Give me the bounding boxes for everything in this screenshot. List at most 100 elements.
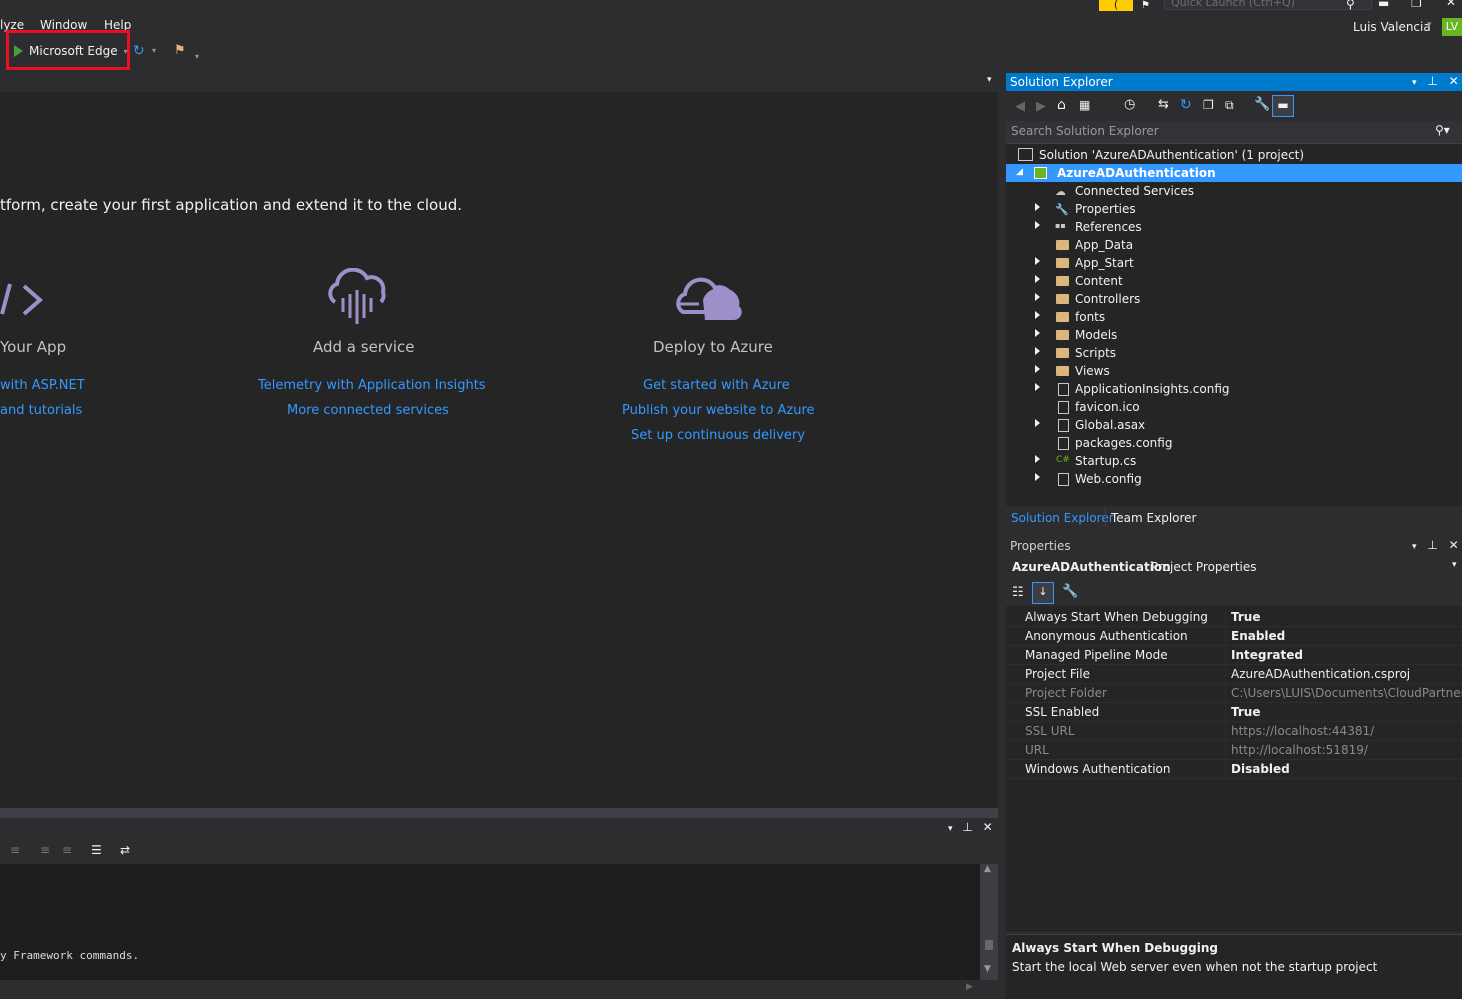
expand-arrow-icon[interactable] <box>1035 329 1040 337</box>
user-name[interactable]: Luis Valencia <box>1353 20 1431 34</box>
tree-item-properties[interactable]: 🔧 Properties <box>1006 200 1462 218</box>
project-node[interactable]: ◢ AzureADAuthentication <box>1006 164 1462 182</box>
expand-arrow-icon[interactable] <box>1035 473 1040 481</box>
property-value[interactable]: https://localhost:44381/ <box>1231 724 1374 738</box>
property-row[interactable]: Project Folder C:\Users\LUIS\Documents\Cl… <box>1006 683 1462 703</box>
panel-dropdown-icon[interactable]: ▾ <box>1412 78 1417 88</box>
show-all-files-icon[interactable]: ⧉ <box>1225 98 1234 113</box>
column-divider[interactable] <box>1225 626 1226 645</box>
tree-item-fonts[interactable]: fonts <box>1006 308 1462 326</box>
run-button[interactable]: Microsoft Edge ▾ <box>14 43 128 59</box>
expanded-arrow-icon[interactable]: ◢ <box>1016 167 1023 177</box>
tree-item-applicationinsights-config[interactable]: ApplicationInsights.config <box>1006 380 1462 398</box>
tree-item-controllers[interactable]: Controllers <box>1006 290 1462 308</box>
link-telemetry[interactable]: Telemetry with Application Insights <box>258 378 486 393</box>
output-horizontal-scrollbar[interactable]: ▶ <box>0 980 980 996</box>
minimize-icon[interactable]: ▬ <box>1378 0 1389 10</box>
expand-arrow-icon[interactable] <box>1035 203 1040 211</box>
tree-item-scripts[interactable]: Scripts <box>1006 344 1462 362</box>
property-value[interactable]: True <box>1231 705 1260 719</box>
close-icon[interactable]: ✕ <box>1449 74 1459 88</box>
expand-arrow-icon[interactable] <box>1035 221 1040 229</box>
indent-right-icon[interactable]: ≡ <box>62 843 72 857</box>
column-divider[interactable] <box>1225 645 1226 664</box>
word-wrap-icon[interactable]: ⇄ <box>120 843 130 857</box>
pin-icon[interactable]: ⊥ <box>962 820 972 834</box>
expand-arrow-icon[interactable] <box>1035 383 1040 391</box>
property-value[interactable]: Integrated <box>1231 648 1303 662</box>
scroll-down-icon[interactable]: ▼ <box>984 964 991 974</box>
sync-icon[interactable]: ⇆ <box>1158 97 1169 112</box>
column-divider[interactable] <box>1225 740 1226 759</box>
property-row[interactable]: SSL Enabled True <box>1006 702 1462 722</box>
tree-item-global-asax[interactable]: Global.asax <box>1006 416 1462 434</box>
property-row[interactable]: Project File AzureADAuthentication.csproj <box>1006 664 1462 684</box>
user-dropdown-icon[interactable]: ▾ <box>1427 20 1432 30</box>
tree-item-favicon-ico[interactable]: favicon.ico <box>1006 398 1462 416</box>
link-with-aspnet[interactable]: with ASP.NET <box>0 378 85 393</box>
expand-arrow-icon[interactable] <box>1035 311 1040 319</box>
panel-dropdown-icon[interactable]: ▾ <box>948 824 953 834</box>
expand-arrow-icon[interactable] <box>1035 455 1040 463</box>
tree-item-web-config[interactable]: Web.config <box>1006 470 1462 488</box>
tree-item-connected-services[interactable]: ☁ Connected Services <box>1006 182 1462 200</box>
property-row[interactable]: SSL URL https://localhost:44381/ <box>1006 721 1462 741</box>
tree-item-models[interactable]: Models <box>1006 326 1462 344</box>
toolbar-overflow-icon[interactable]: ▾ <box>195 52 199 61</box>
tree-item-views[interactable]: Views <box>1006 362 1462 380</box>
expand-arrow-icon[interactable] <box>1035 419 1040 427</box>
tree-item-app-start[interactable]: App_Start <box>1006 254 1462 272</box>
tab-team-explorer[interactable]: Team Explorer <box>1111 511 1197 525</box>
bookmark-flag-icon[interactable]: ⚑ <box>174 43 186 58</box>
column-divider[interactable] <box>1225 702 1226 721</box>
pin-icon[interactable]: ⊥ <box>1427 538 1437 552</box>
tab-solution-explorer[interactable]: Solution Explorer <box>1011 511 1114 525</box>
link-tutorials[interactable]: and tutorials <box>0 403 82 418</box>
properties-object-selector[interactable]: AzureADAuthentication Project Properties… <box>1006 558 1462 578</box>
link-continuous-delivery[interactable]: Set up continuous delivery <box>631 428 805 443</box>
back-icon[interactable]: ◀ <box>1015 99 1025 114</box>
link-publish-website[interactable]: Publish your website to Azure <box>622 403 815 418</box>
property-row[interactable]: Always Start When Debugging True <box>1006 607 1462 627</box>
refresh-browser-icon[interactable]: ↻ <box>133 43 145 59</box>
document-dropdown-icon[interactable]: ▾ <box>987 75 992 85</box>
expand-arrow-icon[interactable] <box>1035 365 1040 373</box>
clear-all-icon[interactable]: ☰ <box>91 843 102 857</box>
switch-views-icon[interactable]: ▦ <box>1079 98 1090 112</box>
expand-arrow-icon[interactable] <box>1035 275 1040 283</box>
home-icon[interactable]: ⌂ <box>1057 97 1066 113</box>
pin-icon[interactable]: ⊥ <box>1427 74 1437 88</box>
feedback-smiley-icon[interactable]: ( <box>1099 0 1133 11</box>
panel-dropdown-icon[interactable]: ▾ <box>1412 542 1417 552</box>
search-icon[interactable]: ⚲▾ <box>1435 123 1450 137</box>
scroll-up-icon[interactable]: ▲ <box>984 864 991 874</box>
collapse-all-icon[interactable]: ❐ <box>1203 98 1214 112</box>
tree-item-content[interactable]: Content <box>1006 272 1462 290</box>
pending-changes-icon[interactable]: ◷ <box>1124 97 1135 112</box>
scroll-right-icon[interactable]: ▶ <box>966 982 973 992</box>
properties-wrench-icon[interactable]: 🔧 <box>1254 97 1270 112</box>
property-row[interactable]: Managed Pipeline Mode Integrated <box>1006 645 1462 665</box>
notification-icon[interactable]: ⚑ <box>1141 0 1150 11</box>
panel-splitter[interactable] <box>0 808 998 818</box>
close-window-icon[interactable]: ✕ <box>1446 0 1456 9</box>
tree-item-startup-cs[interactable]: C# Startup.cs <box>1006 452 1462 470</box>
quick-launch-input[interactable]: Quick Launch (Ctrl+Q) <box>1164 0 1372 10</box>
restore-icon[interactable]: ❐ <box>1411 0 1422 10</box>
solution-node[interactable]: Solution 'AzureADAuthentication' (1 proj… <box>1006 146 1462 164</box>
tree-item-packages-config[interactable]: packages.config <box>1006 434 1462 452</box>
dock-splitter[interactable] <box>998 72 1006 998</box>
expand-arrow-icon[interactable] <box>1035 293 1040 301</box>
close-icon[interactable]: ✕ <box>983 820 993 834</box>
property-value[interactable]: AzureADAuthentication.csproj <box>1231 667 1410 681</box>
avatar[interactable]: LV <box>1442 18 1462 36</box>
outdent-icon[interactable]: ≡ <box>10 843 20 857</box>
scroll-thumb[interactable] <box>985 940 993 950</box>
categorized-icon[interactable]: ☷ <box>1012 585 1024 600</box>
expand-arrow-icon[interactable] <box>1035 257 1040 265</box>
property-value[interactable]: Enabled <box>1231 629 1285 643</box>
property-value[interactable]: C:\Users\LUIS\Documents\CloudPartnerLab <box>1231 686 1462 700</box>
preview-selected-icon[interactable]: ▬ <box>1272 95 1294 117</box>
column-divider[interactable] <box>1225 759 1226 778</box>
close-icon[interactable]: ✕ <box>1449 538 1459 552</box>
